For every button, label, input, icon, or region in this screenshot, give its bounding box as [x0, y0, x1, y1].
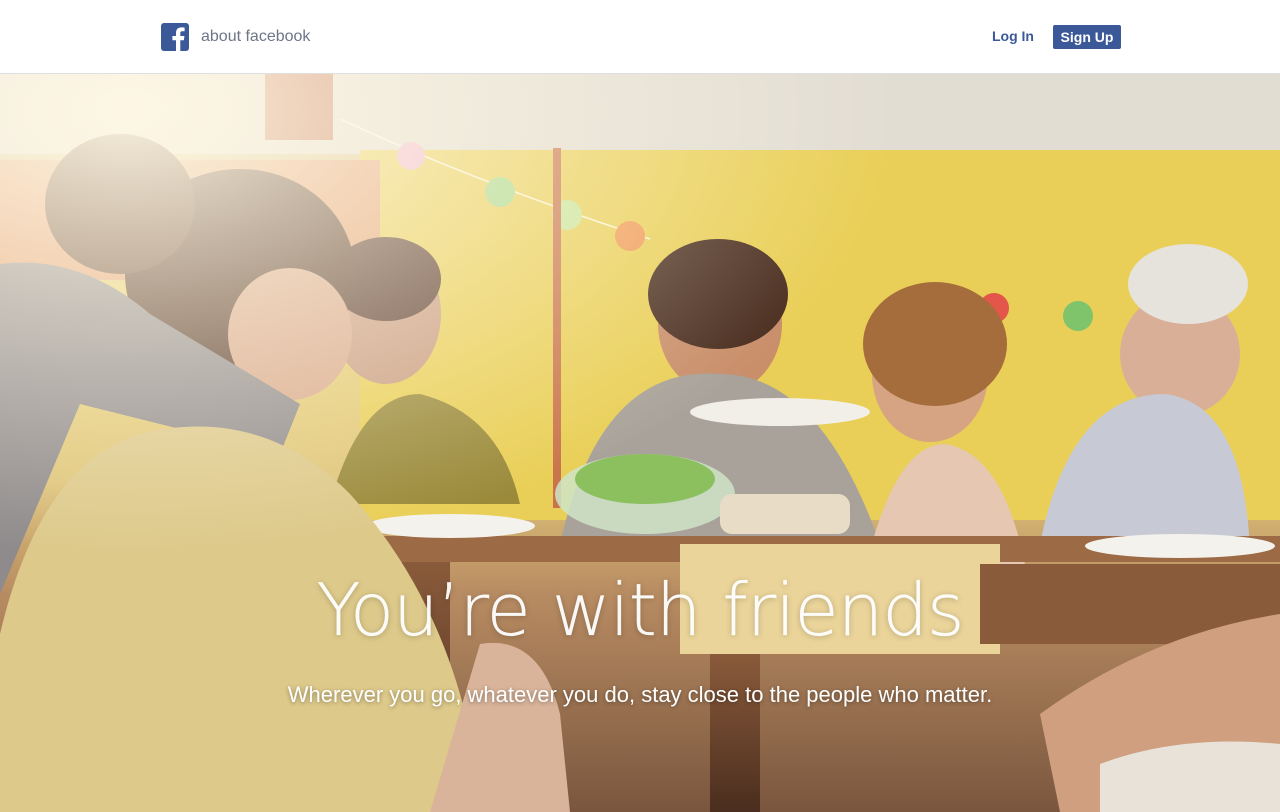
- signup-button[interactable]: Sign Up: [1053, 25, 1121, 49]
- hero-subtitle: Wherever you go, whatever you do, stay c…: [287, 682, 993, 707]
- login-link[interactable]: Log In: [992, 28, 1034, 44]
- facebook-f-icon: [161, 23, 189, 51]
- hero-banner: You’re with friends Wherever you go, wha…: [0, 74, 1280, 812]
- top-nav-bar: about facebook Log In Sign Up: [0, 0, 1280, 74]
- brand-label: about facebook: [201, 28, 311, 45]
- about-facebook-home-link[interactable]: about facebook: [161, 23, 310, 51]
- hero-title: You’re with friends: [316, 568, 964, 652]
